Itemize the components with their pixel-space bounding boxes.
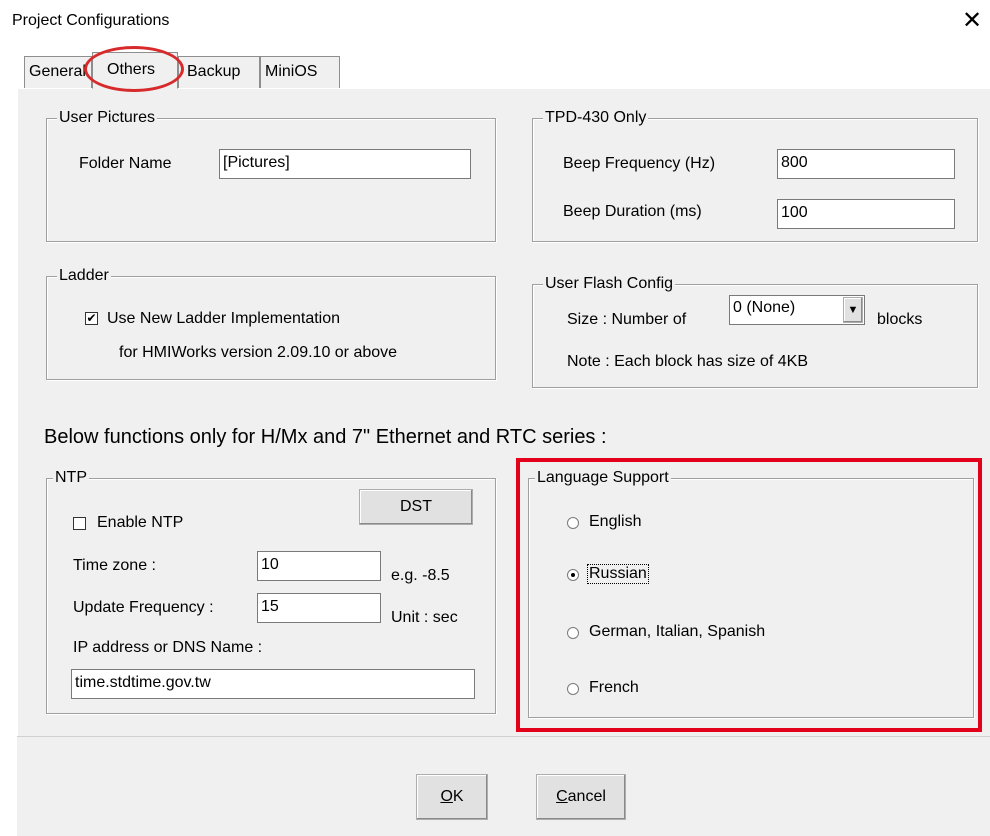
language-support-group: Language Support English Russian German,… bbox=[528, 469, 974, 718]
ip-address-input[interactable]: time.stdtime.gov.tw bbox=[71, 669, 475, 699]
tpd-430-group: TPD-430 Only Beep Frequency (Hz) 800 Bee… bbox=[532, 109, 978, 242]
beep-duration-label: Beep Duration (ms) bbox=[563, 203, 702, 220]
beep-frequency-label: Beep Frequency (Hz) bbox=[563, 155, 716, 172]
use-new-ladder-label[interactable]: Use New Ladder Implementation bbox=[107, 310, 340, 328]
flash-size-label: Size : Number of bbox=[567, 311, 687, 328]
group-legend: Language Support bbox=[535, 469, 671, 487]
tab-general[interactable]: General bbox=[24, 56, 92, 88]
ntp-group: NTP Enable NTP DST Time zone : 10 e.g. -… bbox=[46, 469, 496, 714]
frequency-unit-label: Unit : sec bbox=[391, 609, 458, 626]
ladder-version-note: for HMIWorks version 2.09.10 or above bbox=[119, 344, 398, 361]
tab-minios[interactable]: MiniOS bbox=[260, 56, 340, 88]
group-legend: User Pictures bbox=[57, 109, 158, 127]
beep-frequency-input[interactable]: 800 bbox=[777, 149, 955, 179]
enable-ntp-checkbox[interactable] bbox=[73, 517, 86, 530]
folder-name-input[interactable]: [Pictures] bbox=[219, 149, 471, 179]
update-frequency-label: Update Frequency : bbox=[73, 599, 214, 616]
dialog-button-bar bbox=[17, 736, 990, 836]
ip-address-label: IP address or DNS Name : bbox=[73, 639, 263, 656]
time-zone-label: Time zone : bbox=[73, 557, 156, 574]
tab-backup[interactable]: Backup bbox=[178, 56, 260, 88]
title-bar: Project Configurations ✕ bbox=[0, 0, 990, 44]
tab-label: General bbox=[29, 63, 86, 80]
cancel-label: Cancel bbox=[556, 788, 606, 805]
highlight-oval bbox=[84, 46, 184, 92]
ok-button[interactable]: OK bbox=[416, 774, 488, 820]
group-legend: Ladder bbox=[57, 267, 111, 285]
use-new-ladder-checkbox[interactable]: ✔ bbox=[85, 312, 98, 325]
tab-label: Backup bbox=[187, 63, 241, 80]
radio-russian[interactable] bbox=[567, 569, 579, 581]
folder-name-label: Folder Name bbox=[79, 155, 172, 172]
group-legend: NTP bbox=[53, 469, 89, 487]
tab-label: MiniOS bbox=[265, 63, 318, 80]
window-title: Project Configurations bbox=[12, 12, 170, 29]
close-icon[interactable]: ✕ bbox=[962, 8, 982, 34]
flash-note: Note : Each block has size of 4KB bbox=[567, 353, 809, 370]
radio-label-german-italian-spanish[interactable]: German, Italian, Spanish bbox=[589, 623, 765, 641]
cancel-button[interactable]: Cancel bbox=[536, 774, 626, 820]
group-legend: TPD-430 Only bbox=[543, 109, 649, 127]
select-value: 0 (None) bbox=[733, 299, 796, 316]
ladder-group: Ladder ✔ Use New Ladder Implementation f… bbox=[46, 267, 496, 380]
time-zone-hint: e.g. -8.5 bbox=[391, 567, 450, 584]
chevron-down-icon[interactable]: ▼ bbox=[843, 297, 863, 323]
flash-unit-label: blocks bbox=[877, 311, 923, 328]
beep-duration-input[interactable]: 100 bbox=[777, 199, 955, 229]
enable-ntp-label[interactable]: Enable NTP bbox=[97, 514, 183, 532]
radio-label-english[interactable]: English bbox=[589, 513, 641, 531]
radio-label-french[interactable]: French bbox=[589, 679, 639, 697]
radio-label-russian[interactable]: Russian bbox=[587, 564, 649, 584]
radio-english[interactable] bbox=[567, 517, 579, 529]
radio-french[interactable] bbox=[567, 683, 579, 695]
section-heading: Below functions only for H/Mx and 7" Eth… bbox=[44, 426, 607, 448]
user-pictures-group: User Pictures Folder Name [Pictures] bbox=[46, 109, 496, 242]
flash-blocks-select[interactable]: 0 (None) ▼ bbox=[729, 295, 865, 325]
dst-button[interactable]: DST bbox=[359, 489, 473, 525]
time-zone-input[interactable]: 10 bbox=[257, 551, 381, 581]
user-flash-group: User Flash Config Size : Number of 0 (No… bbox=[532, 275, 978, 388]
radio-german-italian-spanish[interactable] bbox=[567, 627, 579, 639]
group-legend: User Flash Config bbox=[543, 275, 676, 293]
update-frequency-input[interactable]: 15 bbox=[257, 593, 381, 623]
